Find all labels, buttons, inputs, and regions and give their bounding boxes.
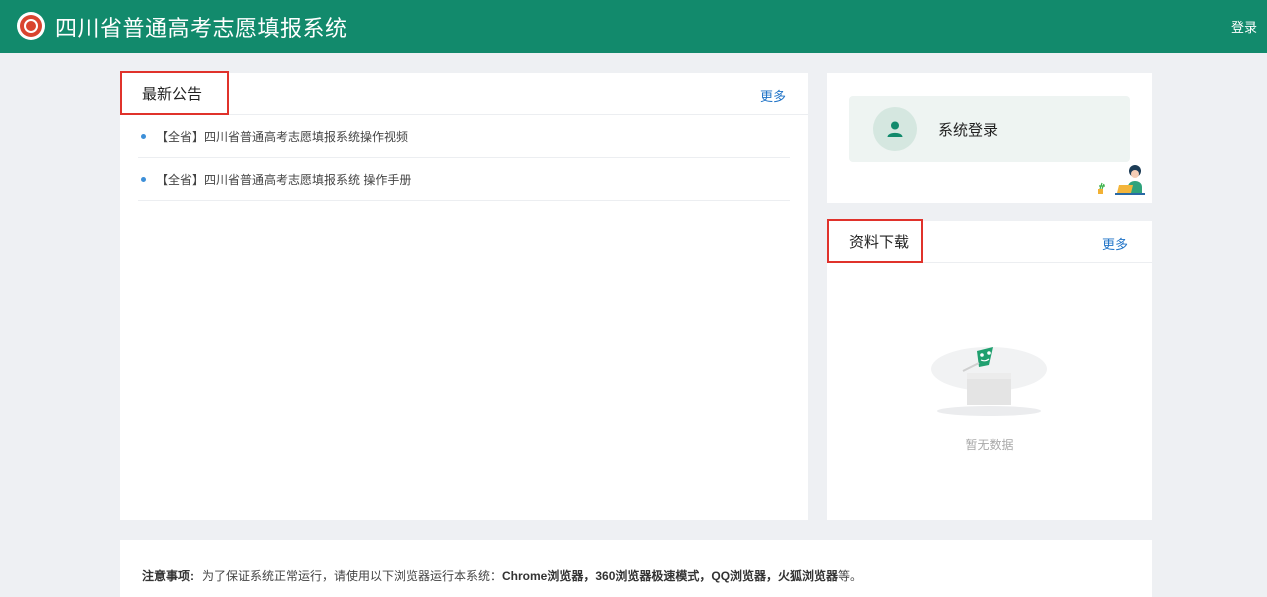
news-item-label: 【全省】四川省普通高考志愿填报系统操作视频 <box>156 129 409 144</box>
school-emblem-icon <box>17 12 45 40</box>
system-login-button[interactable]: 系统登录 <box>849 96 1130 162</box>
download-panel: 资料下载 更多 暂无数据 <box>827 219 1152 520</box>
login-panel: 系统登录 <box>827 73 1152 203</box>
empty-text: 暂无数据 <box>965 438 1014 452</box>
empty-box-icon <box>927 331 1052 436</box>
news-panel-title: 最新公告 <box>120 71 229 115</box>
app-title: 四川省普通高考志愿填报系统 <box>55 16 348 41</box>
bullet-icon <box>141 176 146 182</box>
notice-panel: 注意事项: 为了保证系统正常运行，请使用以下浏览器运行本系统：Chrome浏览器，… <box>120 540 1152 597</box>
notice-row: 注意事项: 为了保证系统正常运行，请使用以下浏览器运行本系统：Chrome浏览器，… <box>142 567 862 584</box>
news-list: 【全省】四川省普通高考志愿填报系统操作视频 【全省】四川省普通高考志愿填报系统 … <box>138 115 790 201</box>
notice-text-suffix: 等。 <box>838 569 863 583</box>
news-panel-header: 最新公告 更多 <box>120 71 808 115</box>
empty-state: 暂无数据 <box>927 331 1052 461</box>
top-bar: 四川省普通高考志愿填报系统 登录 <box>0 0 1267 53</box>
download-panel-title: 资料下载 <box>827 219 923 263</box>
user-icon <box>873 107 917 151</box>
notice-label: 注意事项: <box>142 569 194 583</box>
news-item[interactable]: 【全省】四川省普通高考志愿填报系统 操作手册 <box>138 158 790 201</box>
download-more-link[interactable]: 更多 <box>1102 234 1128 253</box>
woman-laptop-illustration-icon <box>1095 163 1155 203</box>
news-item[interactable]: 【全省】四川省普通高考志愿填报系统操作视频 <box>138 115 790 158</box>
system-login-label: 系统登录 <box>938 122 999 139</box>
news-panel: 最新公告 更多 【全省】四川省普通高考志愿填报系统操作视频 【全省】四川省普通高… <box>120 71 808 520</box>
news-more-link[interactable]: 更多 <box>760 86 786 105</box>
login-link[interactable]: 登录 <box>1231 17 1257 36</box>
notice-text-prefix: 为了保证系统正常运行，请使用以下浏览器运行本系统： <box>202 569 503 583</box>
download-panel-header: 资料下载 更多 <box>827 219 1152 263</box>
notice-browsers: Chrome浏览器，360浏览器极速模式，QQ浏览器，火狐浏览器 <box>502 569 839 583</box>
news-item-label: 【全省】四川省普通高考志愿填报系统 操作手册 <box>156 172 412 187</box>
bullet-icon <box>141 133 146 139</box>
